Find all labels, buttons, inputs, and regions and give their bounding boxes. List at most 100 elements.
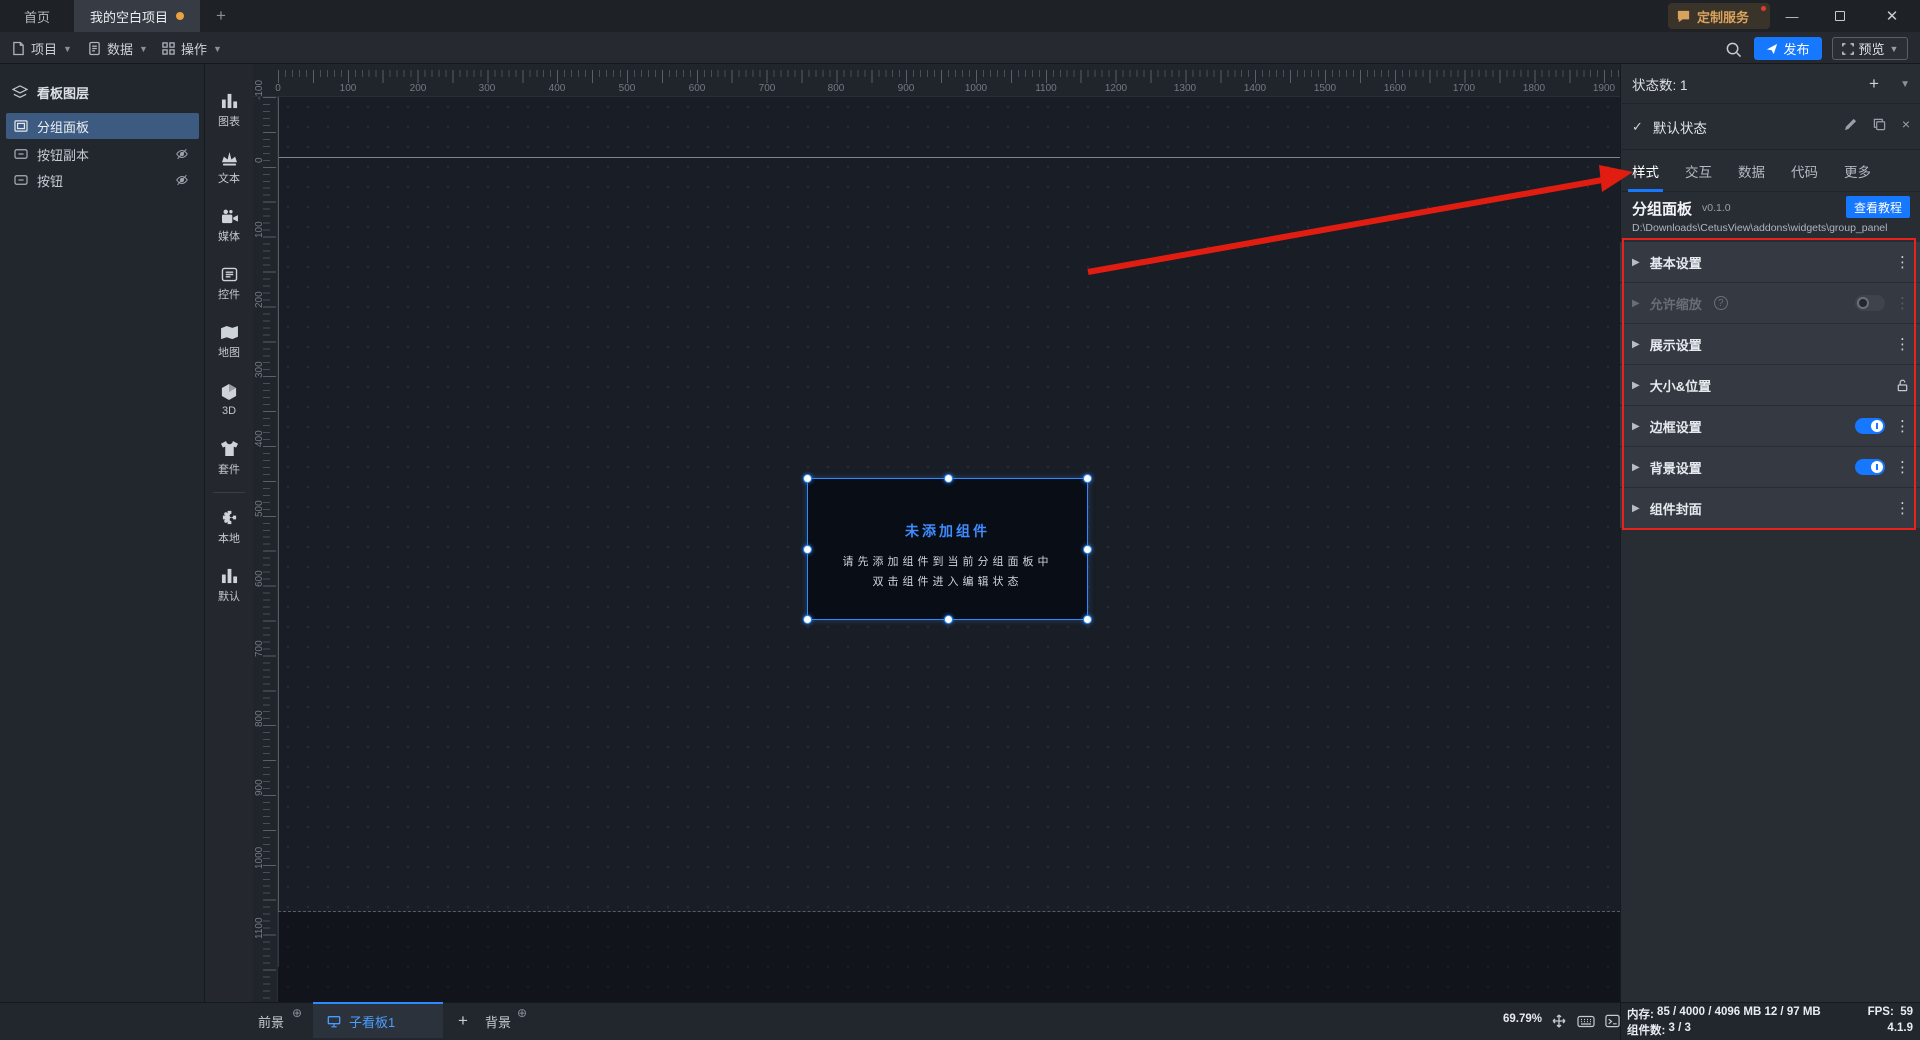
cube-3d-icon bbox=[221, 383, 237, 401]
nav-item-map[interactable]: 地图 bbox=[205, 318, 253, 366]
caret-right-icon: ▶ bbox=[1632, 502, 1640, 514]
keyboard-icon[interactable] bbox=[1576, 1011, 1596, 1031]
tab-more[interactable]: 更多 bbox=[1844, 150, 1871, 192]
terminal-icon[interactable] bbox=[1602, 1011, 1622, 1031]
delete-state-icon[interactable]: × bbox=[1902, 116, 1910, 132]
nav-item-kits[interactable]: 套件 bbox=[205, 434, 253, 482]
ruler-label: 1800 bbox=[1522, 83, 1546, 94]
resize-handle-e[interactable] bbox=[1083, 545, 1092, 554]
nav-item-charts[interactable]: 图表 bbox=[205, 86, 253, 134]
tab-code[interactable]: 代码 bbox=[1791, 150, 1818, 192]
new-tab-button[interactable]: + bbox=[206, 0, 236, 32]
chevron-down-icon[interactable]: ▼ bbox=[1900, 79, 1910, 90]
edit-state-icon[interactable] bbox=[1844, 118, 1857, 131]
minimize-button[interactable]: — bbox=[1772, 0, 1812, 32]
kebab-menu-icon[interactable]: ⋮ bbox=[1895, 255, 1910, 270]
tab-project[interactable]: 我的空白项目 bbox=[74, 0, 200, 32]
nav-divider bbox=[213, 492, 245, 493]
resize-handle-se[interactable] bbox=[1083, 615, 1092, 624]
empty-widget-title: 未添加组件 bbox=[905, 523, 990, 539]
resize-handle-ne[interactable] bbox=[1083, 474, 1092, 483]
horizontal-ruler: 0 100 200 300 400 500 600 700 800 900 10… bbox=[253, 64, 1620, 97]
ruler-label: 400 bbox=[548, 83, 566, 94]
maximize-button[interactable] bbox=[1820, 0, 1860, 32]
section-basic-settings[interactable]: ▶ 基本设置 ⋮ bbox=[1620, 242, 1920, 282]
add-background-icon[interactable]: ⊕ bbox=[517, 1006, 527, 1020]
board-left-edge bbox=[278, 97, 279, 967]
add-board-button[interactable]: + bbox=[451, 1009, 475, 1033]
widget-path: D:\Downloads\CetusView\addons\widgets\gr… bbox=[1632, 222, 1888, 234]
menu-actions[interactable]: 操作 ▼ bbox=[162, 32, 222, 64]
subboard-tab[interactable]: 子看板1 bbox=[313, 1002, 443, 1038]
preview-button[interactable]: 预览 ▼ bbox=[1832, 37, 1908, 60]
section-border-settings[interactable]: ▶ 边框设置 ⋮ bbox=[1620, 406, 1920, 446]
help-icon[interactable]: ? bbox=[1713, 296, 1728, 310]
add-foreground-icon[interactable]: ⊕ bbox=[292, 1006, 302, 1020]
resize-handle-s[interactable] bbox=[944, 615, 953, 624]
tab-home[interactable]: 首页 bbox=[0, 0, 74, 32]
add-state-button[interactable]: + bbox=[1864, 74, 1884, 94]
fit-screen-icon[interactable] bbox=[1549, 1011, 1569, 1031]
kebab-menu-icon[interactable]: ⋮ bbox=[1895, 337, 1910, 352]
section-display-settings[interactable]: ▶ 展示设置 ⋮ bbox=[1620, 324, 1920, 364]
kebab-menu-icon[interactable]: ⋮ bbox=[1895, 501, 1910, 516]
kebab-menu-icon[interactable]: ⋮ bbox=[1895, 460, 1910, 475]
canvas-viewport[interactable]: 0 100 200 300 400 500 600 700 800 900 10… bbox=[253, 64, 1620, 1002]
fps-label: FPS: bbox=[1867, 1006, 1894, 1018]
publish-button[interactable]: 发布 bbox=[1754, 37, 1822, 60]
nav-item-text[interactable]: 文本 bbox=[205, 144, 253, 192]
foreground-label[interactable]: 前景 bbox=[258, 1012, 284, 1031]
background-toggle[interactable] bbox=[1855, 459, 1885, 475]
ruler-label: 800 bbox=[827, 83, 845, 94]
custom-service-badge[interactable]: 定制服务 bbox=[1668, 3, 1770, 29]
panel-list-icon bbox=[221, 267, 238, 282]
eye-off-icon[interactable] bbox=[175, 147, 189, 161]
ruler-label: -100 bbox=[254, 80, 265, 101]
nav-item-controls[interactable]: 控件 bbox=[205, 260, 253, 308]
border-toggle[interactable] bbox=[1855, 418, 1885, 434]
tab-style[interactable]: 样式 bbox=[1628, 150, 1663, 192]
menu-project[interactable]: 项目 ▼ bbox=[12, 32, 72, 64]
resize-handle-nw[interactable] bbox=[803, 474, 812, 483]
nav-item-media[interactable]: 媒体 bbox=[205, 202, 253, 250]
allow-zoom-toggle[interactable] bbox=[1855, 295, 1885, 311]
selected-group-panel-widget[interactable]: 未添加组件 请先添加组件到当前分组面板中 双击组件进入编辑状态 bbox=[803, 474, 1092, 624]
ruler-label: 200 bbox=[254, 291, 265, 309]
section-size-position[interactable]: ▶ 大小&位置 bbox=[1620, 365, 1920, 405]
menu-actions-label: 操作 bbox=[181, 41, 208, 57]
close-button[interactable]: ✕ bbox=[1872, 0, 1912, 32]
nav-item-local[interactable]: 本地 bbox=[205, 503, 253, 551]
fullscreen-icon bbox=[1841, 42, 1854, 55]
resize-handle-w[interactable] bbox=[803, 545, 812, 554]
background-label[interactable]: 背景 bbox=[485, 1012, 511, 1031]
eye-off-icon[interactable] bbox=[175, 173, 189, 187]
view-tutorial-button[interactable]: 查看教程 bbox=[1846, 196, 1910, 218]
subboard-tab-label: 子看板1 bbox=[349, 1014, 396, 1030]
section-background-settings[interactable]: ▶ 背景设置 ⋮ bbox=[1620, 447, 1920, 487]
copy-state-icon[interactable] bbox=[1873, 118, 1886, 131]
layer-item-button[interactable]: 按钮 bbox=[6, 167, 199, 193]
section-allow-zoom[interactable]: ▶ 允许缩放 ? ⋮ bbox=[1620, 283, 1920, 323]
tab-interaction[interactable]: 交互 bbox=[1685, 150, 1712, 192]
kebab-menu-icon[interactable]: ⋮ bbox=[1895, 419, 1910, 434]
resize-handle-n[interactable] bbox=[944, 474, 953, 483]
publish-label: 发布 bbox=[1783, 42, 1810, 57]
caret-right-icon: ▶ bbox=[1632, 461, 1640, 473]
nav-item-3d[interactable]: 3D bbox=[205, 376, 253, 424]
section-widget-cover[interactable]: ▶ 组件封面 ⋮ bbox=[1620, 488, 1920, 528]
empty-widget-hint-2: 双击组件进入编辑状态 bbox=[872, 576, 1023, 588]
menu-data[interactable]: 数据 ▼ bbox=[88, 32, 148, 64]
tab-data[interactable]: 数据 bbox=[1738, 150, 1765, 192]
layer-item-group-panel[interactable]: 分组面板 bbox=[6, 113, 199, 139]
nav-item-default[interactable]: 默认 bbox=[205, 561, 253, 609]
lock-icon[interactable] bbox=[1895, 378, 1910, 393]
kebab-menu-icon[interactable]: ⋮ bbox=[1895, 296, 1910, 311]
search-icon[interactable] bbox=[1722, 38, 1744, 60]
status-widgets-row: 组件数: 3 / 3 4.1.9 bbox=[1627, 1022, 1913, 1038]
ruler-label: 200 bbox=[409, 83, 427, 94]
resize-handle-sw[interactable] bbox=[803, 615, 812, 624]
preview-label: 预览 bbox=[1858, 42, 1885, 57]
section-title: 背景设置 bbox=[1649, 460, 1702, 476]
ruler-label: 900 bbox=[254, 779, 265, 797]
layer-item-button-copy[interactable]: 按钮副本 bbox=[6, 141, 199, 167]
